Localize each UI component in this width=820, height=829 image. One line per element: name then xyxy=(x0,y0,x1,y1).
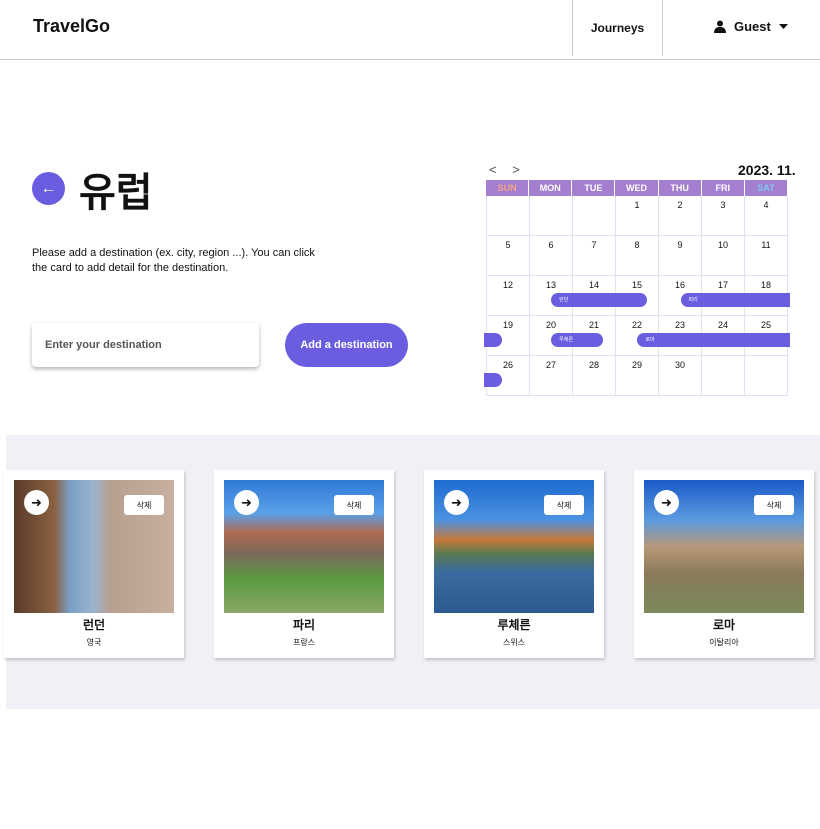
next-month-button[interactable]: > xyxy=(512,162,526,177)
calendar-event-label: 루체른 xyxy=(559,337,573,343)
calendar-day[interactable]: 30 xyxy=(659,356,702,396)
calendar-day[interactable] xyxy=(745,356,788,396)
calendar-weekdays: SUN MON TUE WED THU FRI SAT xyxy=(486,180,788,196)
destination-country: 이탈리아 xyxy=(709,638,739,647)
calendar-day[interactable] xyxy=(702,356,745,396)
caret-down-icon xyxy=(778,23,788,29)
back-button[interactable]: ← xyxy=(32,172,65,205)
calendar-day[interactable]: 29 xyxy=(616,356,659,396)
calendar-day[interactable]: 3 xyxy=(702,196,745,236)
calendar-day[interactable]: 4 xyxy=(745,196,788,236)
page-description: Please add a destination (ex. city, regi… xyxy=(32,247,315,274)
prev-month-button[interactable]: < xyxy=(489,162,503,177)
calendar-day[interactable]: 5 xyxy=(487,236,530,276)
arrow-right-icon: ➜ xyxy=(241,494,252,510)
calendar-day[interactable]: 2 xyxy=(659,196,702,236)
top-nav: TravelGo Journeys Guest xyxy=(0,0,820,60)
destination-image: ➜ 삭제 xyxy=(224,480,384,613)
delete-button[interactable]: 삭제 xyxy=(124,495,164,515)
calendar-day[interactable]: 12 xyxy=(487,276,530,316)
destination-name: 파리 xyxy=(292,618,316,632)
weekday-mon: MON xyxy=(529,180,573,196)
delete-button[interactable]: 삭제 xyxy=(334,495,374,515)
calendar-day[interactable]: 1 xyxy=(616,196,659,236)
destination-country: 영국 xyxy=(86,638,102,647)
nav-journeys[interactable]: Journeys xyxy=(572,0,663,56)
calendar-day[interactable]: 6 xyxy=(530,236,573,276)
calendar-day[interactable]: 9 xyxy=(659,236,702,276)
calendar-event[interactable] xyxy=(484,373,502,387)
arrow-right-icon: ➜ xyxy=(451,494,462,510)
destination-image: ➜ 삭제 xyxy=(434,480,594,613)
calendar-day[interactable]: 28 xyxy=(573,356,616,396)
weekday-sat: SAT xyxy=(745,180,788,196)
destination-card[interactable]: ➜ 삭제 로마 이탈리아 xyxy=(634,470,814,658)
destination-name: 로마 xyxy=(712,618,736,632)
destination-card[interactable]: ➜ 삭제 루체른 스위스 xyxy=(424,470,604,658)
destination-name: 루체른 xyxy=(497,618,531,632)
user-menu[interactable]: Guest xyxy=(714,19,788,34)
calendar-day[interactable] xyxy=(487,196,530,236)
calendar-nav: < > xyxy=(489,162,526,177)
weekday-thu: THU xyxy=(659,180,702,196)
logo[interactable]: TravelGo xyxy=(33,16,110,37)
delete-button[interactable]: 삭제 xyxy=(754,495,794,515)
open-detail-button[interactable]: ➜ xyxy=(444,490,469,515)
destination-card[interactable]: ➜ 삭제 런던 영국 xyxy=(4,470,184,658)
user-name: Guest xyxy=(734,19,771,34)
arrow-left-icon: ← xyxy=(40,179,57,197)
calendar-day[interactable]: 8 xyxy=(616,236,659,276)
add-destination-button[interactable]: Add a destination xyxy=(285,323,408,367)
weekday-tue: TUE xyxy=(572,180,616,196)
open-detail-button[interactable]: ➜ xyxy=(24,490,49,515)
destination-image: ➜ 삭제 xyxy=(644,480,804,613)
destination-card[interactable]: ➜ 삭제 파리 프랑스 xyxy=(214,470,394,658)
destination-country: 스위스 xyxy=(502,638,526,647)
calendar-event-label: 런던 xyxy=(559,297,569,303)
page-title: 유럽 xyxy=(79,171,153,215)
calendar-day[interactable]: 10 xyxy=(702,236,745,276)
weekday-wed: WED xyxy=(615,180,659,196)
destination-country: 프랑스 xyxy=(292,638,316,647)
calendar-event-label: 로마 xyxy=(645,337,655,343)
weekday-fri: FRI xyxy=(702,180,745,196)
calendar-day[interactable]: 27 xyxy=(530,356,573,396)
destination-image: ➜ 삭제 xyxy=(14,480,174,613)
calendar-event[interactable]: 루체른 xyxy=(551,333,604,347)
open-detail-button[interactable]: ➜ xyxy=(234,490,259,515)
calendar-event-label: 파리 xyxy=(688,297,698,303)
destination-input[interactable] xyxy=(32,323,259,367)
delete-button[interactable]: 삭제 xyxy=(544,495,584,515)
arrow-right-icon: ➜ xyxy=(31,494,42,510)
open-detail-button[interactable]: ➜ xyxy=(654,490,679,515)
weekday-sun: SUN xyxy=(486,180,530,196)
arrow-right-icon: ➜ xyxy=(661,494,672,510)
calendar-month: 2023. 11. xyxy=(738,162,796,178)
destination-name: 런던 xyxy=(82,618,106,632)
user-icon xyxy=(714,20,726,33)
calendar-event[interactable] xyxy=(484,333,502,347)
calendar-event[interactable]: 파리 xyxy=(680,293,790,307)
calendar-day[interactable]: 7 xyxy=(573,236,616,276)
calendar-day[interactable] xyxy=(530,196,573,236)
calendar-event[interactable]: 로마 xyxy=(637,333,790,347)
calendar-day[interactable] xyxy=(573,196,616,236)
calendar-day[interactable]: 11 xyxy=(745,236,788,276)
calendar-event[interactable]: 런던 xyxy=(551,293,647,307)
calendar: SUN MON TUE WED THU FRI SAT 1 2 3 4 5 6 7 8 9 10 11 12 13 1… xyxy=(484,180,790,396)
